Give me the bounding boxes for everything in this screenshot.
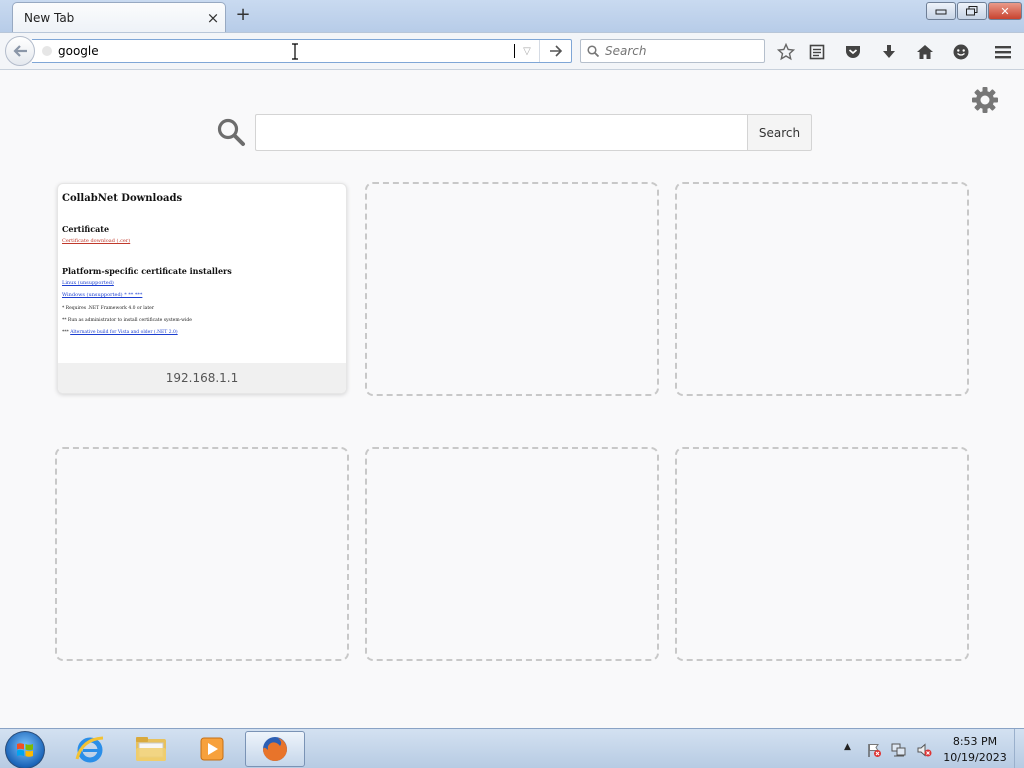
arrow-left-icon	[13, 45, 27, 57]
empty-tile[interactable]	[365, 447, 659, 661]
new-tab-button[interactable]: +	[234, 5, 252, 25]
thumbnail-note: ** Run as administrator to install certi…	[62, 318, 192, 323]
thumbnail-link: Alternative build for Vista and older (.…	[70, 330, 178, 335]
back-button[interactable]	[5, 36, 35, 66]
search-icon	[587, 45, 599, 57]
taskbar-media-player[interactable]	[184, 731, 240, 767]
menu-icon	[995, 46, 1011, 59]
pocket-button[interactable]	[842, 41, 864, 63]
minimize-icon	[935, 9, 947, 15]
maximize-button[interactable]	[957, 2, 987, 20]
volume-muted-icon[interactable]	[916, 742, 932, 758]
thumbnail-link: Certificate download (.cer)	[62, 238, 131, 244]
bookmark-star-icon	[777, 43, 795, 61]
search-icon	[217, 118, 245, 146]
navigation-bar: google ▽	[0, 32, 1024, 70]
reading-list-icon	[809, 44, 825, 60]
bookmark-star-button[interactable]	[775, 41, 797, 63]
close-icon: ✕	[1000, 4, 1010, 18]
url-input[interactable]: google	[58, 44, 515, 58]
home-button[interactable]	[914, 41, 936, 63]
empty-tile[interactable]	[675, 447, 969, 661]
taskbar-internet-explorer[interactable]	[62, 731, 118, 767]
start-button[interactable]	[5, 731, 45, 768]
folder-icon	[136, 737, 166, 761]
download-icon	[883, 45, 895, 58]
search-bar-input[interactable]	[605, 44, 755, 58]
taskbar-firefox[interactable]	[245, 731, 305, 767]
thumbnail-section-title: Platform-specific certificate installers	[62, 266, 232, 276]
text-cursor-icon	[292, 43, 298, 60]
thumbnail-link: Windows (unsupported) * ** ***	[62, 292, 143, 298]
internet-explorer-icon	[75, 736, 104, 763]
tab-new-tab[interactable]: New Tab ×	[12, 2, 226, 32]
newtab-search-button[interactable]: Search	[747, 114, 812, 151]
tile-caption: 192.168.1.1	[58, 363, 346, 393]
thumbnail-note: * Requires .NET Framework 4.0 or later	[62, 306, 154, 311]
restore-icon	[966, 6, 978, 16]
thumbnail-section-title: Certificate	[62, 224, 110, 234]
windows-logo-icon	[17, 743, 33, 757]
arrow-right-icon	[549, 45, 562, 57]
tray-overflow-icon[interactable]: ▲	[844, 742, 851, 752]
pocket-icon	[846, 46, 860, 58]
system-clock[interactable]: 8:53 PM 10/19/2023	[940, 734, 1010, 766]
menu-button[interactable]	[992, 41, 1014, 63]
thumbnail-note: *** Alternative build for Vista and olde…	[62, 330, 342, 335]
minimize-button[interactable]	[926, 2, 956, 20]
gear-icon	[972, 87, 998, 113]
hello-button[interactable]	[950, 41, 972, 63]
close-window-button[interactable]: ✕	[988, 2, 1022, 20]
media-player-icon	[200, 737, 224, 761]
firefox-icon	[263, 737, 287, 761]
url-history-dropdown-icon[interactable]: ▽	[515, 46, 539, 57]
go-button[interactable]	[539, 40, 571, 62]
clock-date: 10/19/2023	[943, 751, 1007, 764]
tab-title: New Tab	[24, 10, 75, 25]
thumbnail-note-prefix: ***	[62, 330, 69, 335]
tab-close-icon[interactable]: ×	[201, 9, 225, 27]
downloads-button[interactable]	[878, 41, 900, 63]
newtab-search-input[interactable]	[255, 114, 748, 151]
site-identity-icon[interactable]	[42, 46, 52, 56]
empty-tile[interactable]	[55, 447, 349, 661]
tile-thumbnail: CollabNet Downloads Certificate Certific…	[58, 184, 346, 366]
taskbar: ▲ 8:53 PM 10/19/2023	[0, 728, 1024, 768]
empty-tile[interactable]	[675, 182, 969, 396]
hello-chat-icon	[953, 44, 969, 60]
clock-time: 8:53 PM	[952, 735, 998, 748]
url-bar[interactable]: google ▽	[32, 39, 572, 63]
title-bar: New Tab × + ✕	[0, 0, 1024, 32]
thumbnail-link: Linux (unsupported)	[62, 280, 114, 286]
search-bar[interactable]	[580, 39, 765, 63]
empty-tile[interactable]	[365, 182, 659, 396]
reading-list-button[interactable]	[806, 41, 828, 63]
home-icon	[917, 45, 933, 59]
taskbar-file-explorer[interactable]	[123, 731, 179, 767]
action-center-flag-icon[interactable]	[866, 742, 882, 758]
customize-gear-button[interactable]	[970, 85, 1000, 115]
network-icon[interactable]	[891, 742, 907, 758]
top-site-tile[interactable]: CollabNet Downloads Certificate Certific…	[57, 183, 347, 394]
thumbnail-heading: CollabNet Downloads	[62, 193, 183, 204]
show-desktop-button[interactable]	[1014, 729, 1024, 768]
